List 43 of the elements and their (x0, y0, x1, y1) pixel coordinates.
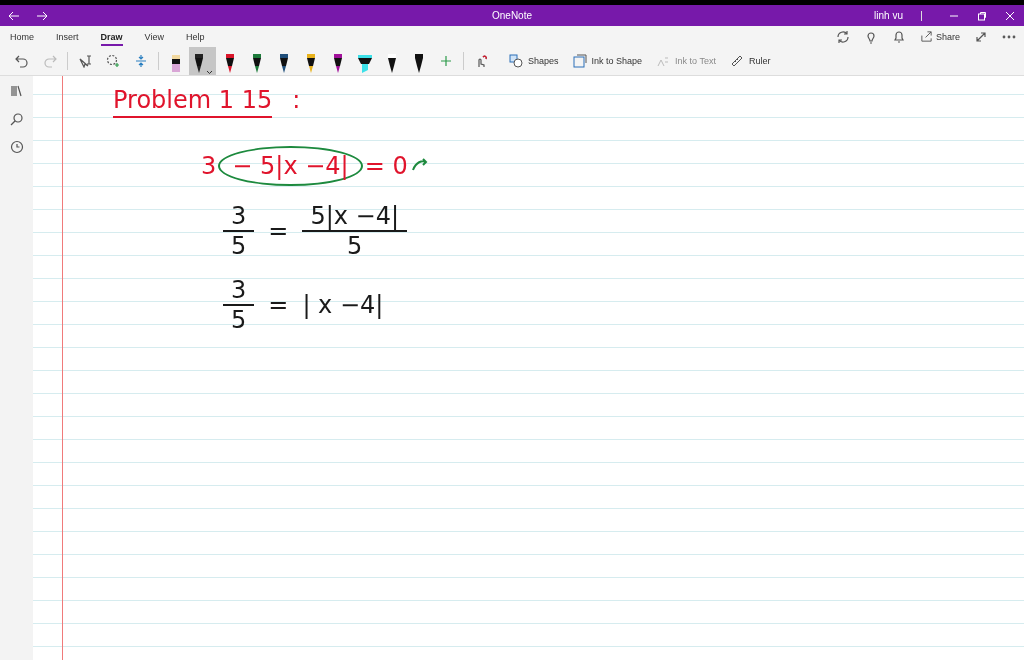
ink-expression: = 0 (364, 152, 408, 180)
notebooks-icon[interactable] (9, 84, 24, 98)
handwritten-heading: Problem 1 15 (113, 86, 273, 118)
circled-ink-expression: − 5|x −4| (218, 146, 363, 186)
ribbon-tab[interactable]: Home (10, 28, 34, 45)
handwritten-colon: : (292, 86, 301, 114)
ink-expression: 3 (201, 152, 217, 180)
recent-clock-icon[interactable] (9, 140, 24, 154)
highlighter-icon (357, 53, 372, 75)
ink-to-shape-button[interactable]: Ink to Shape (572, 54, 643, 68)
shapes-icon (509, 54, 523, 68)
fraction-denominator: 5 (231, 306, 247, 334)
ruler-icon (729, 54, 744, 68)
expand-icon[interactable] (974, 29, 988, 44)
user-name[interactable]: linh vu (874, 10, 903, 21)
ribbon-tab[interactable]: View (144, 28, 164, 45)
window-title: OneNote (492, 10, 532, 21)
share-icon (919, 30, 933, 43)
insert-space-icon[interactable] (134, 54, 148, 68)
fraction-numerator: 3 (223, 202, 255, 232)
fraction-numerator: 3 (223, 276, 255, 306)
undo-icon[interactable] (15, 54, 29, 68)
share-button[interactable]: Share (919, 30, 960, 43)
equals-sign: = (268, 217, 289, 245)
add-space-icon[interactable] (106, 54, 120, 68)
ribbon-tab[interactable]: Insert (56, 28, 79, 45)
ink-to-text-icon (656, 54, 671, 68)
shapes-button[interactable]: Shapes (509, 54, 559, 68)
bell-icon[interactable] (891, 29, 906, 44)
ribbon-tab[interactable]: Help (185, 28, 205, 45)
fraction-denominator: 5 (347, 232, 363, 260)
pen-tool[interactable] (189, 47, 216, 75)
ink-expression: | x −4| (302, 291, 384, 319)
caret-icon (206, 70, 213, 75)
ink-to-shape-icon (572, 54, 587, 68)
sync-icon[interactable] (835, 29, 850, 44)
fraction-numerator: 5|x −4| (302, 202, 408, 232)
ruler-button[interactable]: Ruler (729, 54, 771, 68)
fraction-denominator: 5 (231, 232, 247, 260)
search-icon[interactable] (9, 112, 24, 126)
lasso-select-icon[interactable] (78, 54, 92, 68)
equals-sign: = (268, 291, 289, 319)
ribbon-tab[interactable]: Draw (100, 28, 123, 45)
